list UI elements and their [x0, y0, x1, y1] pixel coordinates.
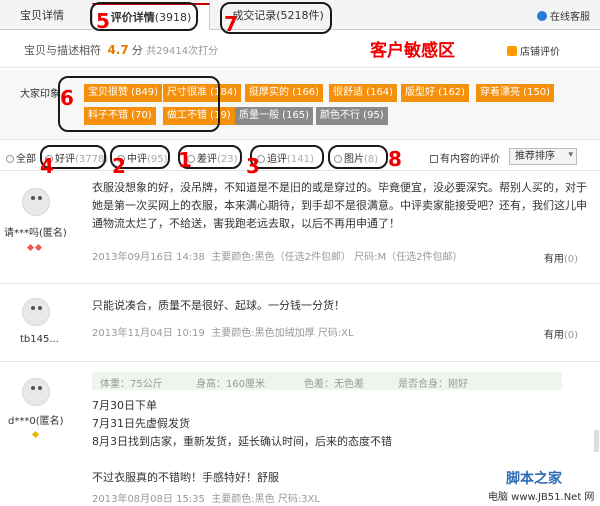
- radio-icon: [6, 155, 14, 163]
- attr-height: 身高：160厘米: [196, 379, 266, 390]
- attr-fit: 是否合身：刚好: [398, 379, 468, 390]
- useful-count: (0): [563, 330, 578, 341]
- review-text: 7月30日下单 7月31日先虚假发货 8月3日找到店家，重新发货，延长确认时间，…: [92, 397, 392, 487]
- annotation-number: 2: [112, 154, 126, 178]
- review-item: [0, 284, 600, 362]
- annotation-number: 6: [60, 86, 74, 110]
- review-line: 7月30日下单: [92, 399, 157, 412]
- annotation-number: 4: [40, 154, 54, 178]
- reviewer-name[interactable]: tb145...: [20, 334, 59, 345]
- review-date: 2013年08月08日 15:35: [92, 494, 205, 505]
- review-line: 她是第一次买网上的衣服，本来满心期待，到手却不是很满意。中评卖家能接受吧？还有，…: [92, 199, 587, 212]
- buyer-attributes: 体重：75公斤 身高：160厘米 色差：无色差 是否合身：刚好: [92, 372, 562, 390]
- online-service-link[interactable]: 在线客服: [537, 8, 590, 23]
- shop-rating-link[interactable]: 店铺评价: [507, 43, 560, 58]
- review-line: 只能说凑合，质量不是很好、起球。一分钱一分货！: [92, 299, 345, 312]
- impression-tag[interactable]: 颜色不行 (95): [316, 107, 388, 125]
- watermark: 脚本之家 电脑 www.JB51.Net 网: [488, 466, 598, 504]
- impression-tag[interactable]: 挺厚实的 (166): [245, 84, 324, 102]
- annotation-number: 1: [178, 148, 192, 172]
- annotation-box: [250, 145, 324, 169]
- filter-label: 全部: [16, 154, 36, 165]
- useful-button[interactable]: 有用(0): [544, 326, 578, 341]
- rating-score: 4.7: [107, 43, 129, 57]
- review-line: 通物流太烂了，不给送，害我跑老远去取，以后不再用申通了！: [92, 217, 400, 230]
- annotation-number: 8: [388, 147, 402, 171]
- impressions-label: 大家印象: [20, 89, 60, 100]
- reviewer-name[interactable]: d***0(匿名): [8, 412, 64, 427]
- annotation-number: 3: [246, 154, 260, 178]
- chevron-down-icon: ▾: [568, 150, 573, 160]
- review-meta: 2013年09月16日 14:38 主要颜色:黑色（任选2件包邮） 尺码:M（任…: [92, 248, 463, 263]
- useful-label: 有用: [543, 254, 564, 265]
- rating-prefix: 宝贝与描述相符: [24, 44, 101, 57]
- review-line: 7月31日先虚假发货: [92, 417, 190, 430]
- service-label: 在线客服: [550, 12, 590, 23]
- review-meta: 2013年11月04日 10:19 主要颜色:黑色加绒加厚 尺码:XL: [92, 324, 354, 339]
- shop-rating-label: 店铺评价: [520, 47, 560, 58]
- avatar: [22, 188, 50, 216]
- rating-summary: 宝贝与描述相符 4.7 分 共29414次打分 店铺评价: [0, 31, 600, 68]
- annotation-box: [58, 76, 220, 132]
- scrollbar[interactable]: [594, 430, 599, 452]
- sort-label: 推荐排序: [515, 151, 555, 162]
- review-sku: 主要颜色:黑色（任选2件包邮） 尺码:M（任选2件包邮）: [211, 252, 463, 263]
- rating-text: 宝贝与描述相符 4.7 分 共29414次打分: [24, 42, 218, 58]
- review-date: 2013年11月04日 10:19: [92, 328, 205, 339]
- annotation-number: 7: [224, 12, 238, 36]
- useful-count: (0): [563, 254, 578, 265]
- vip-badge-icon: [26, 240, 44, 253]
- review-line: 衣服没想象的好，没吊牌，不知道是不是旧的或是穿过的。毕竟便宜，没必要深究。帮别人…: [92, 181, 587, 194]
- review-sku: 主要颜色:黑色加绒加厚 尺码:XL: [211, 328, 354, 339]
- review-line: 8月3日找到店家，重新发货，延长确认时间，后来的态度不错: [92, 435, 392, 448]
- review-line: 不过衣服真的不错哟！手感特好！舒服: [92, 471, 279, 484]
- review-date: 2013年09月16日 14:38: [92, 252, 205, 263]
- attr-weight: 体重：75公斤: [100, 379, 163, 390]
- annotation-label: 客户敏感区: [370, 41, 455, 61]
- filter-all[interactable]: 全部: [6, 150, 36, 165]
- avatar: [22, 298, 50, 326]
- review-sku: 主要颜色:黑色 尺码:3XL: [211, 494, 320, 505]
- tab-label: 宝贝详情: [20, 9, 64, 22]
- service-icon: [537, 11, 547, 21]
- tab-product-details[interactable]: 宝贝详情: [4, 3, 80, 30]
- annotation-box: [328, 145, 388, 169]
- review-line: [92, 451, 392, 469]
- impression-tag[interactable]: 质量一般 (165): [235, 107, 314, 125]
- checkbox-icon: [430, 155, 438, 163]
- useful-button[interactable]: 有用(0): [544, 250, 578, 265]
- review-text: 衣服没想象的好，没吊牌，不知道是不是旧的或是穿过的。毕竟便宜，没必要深究。帮别人…: [92, 179, 587, 233]
- watermark-title: 脚本之家: [506, 471, 562, 487]
- review-meta: 2013年08月08日 15:35 主要颜色:黑色 尺码:3XL: [92, 490, 320, 505]
- attr-color-diff: 色差：无色差: [304, 379, 364, 390]
- useful-label: 有用: [543, 330, 564, 341]
- sort-select[interactable]: 推荐排序 ▾: [509, 148, 577, 165]
- impression-tag[interactable]: 很舒适 (164): [329, 84, 398, 102]
- annotation-number: 5: [96, 9, 110, 33]
- checkbox-label: 有内容的评价: [440, 154, 500, 165]
- has-content-checkbox[interactable]: 有内容的评价: [430, 150, 500, 165]
- vip-badge-icon: [31, 427, 41, 440]
- watermark-url: 电脑 www.JB51.Net 网: [488, 492, 595, 503]
- avatar: [22, 378, 50, 406]
- impression-tag[interactable]: 版型好 (162): [401, 84, 470, 102]
- rating-total: 共29414次打分: [146, 46, 219, 57]
- rating-unit: 分: [131, 44, 143, 57]
- shop-icon: [507, 46, 517, 56]
- impression-tag[interactable]: 穿着漂亮 (150): [476, 84, 555, 102]
- reviewer-name[interactable]: 请***吗(匿名): [4, 224, 67, 239]
- review-text: 只能说凑合，质量不是很好、起球。一分钱一分货！: [92, 297, 345, 315]
